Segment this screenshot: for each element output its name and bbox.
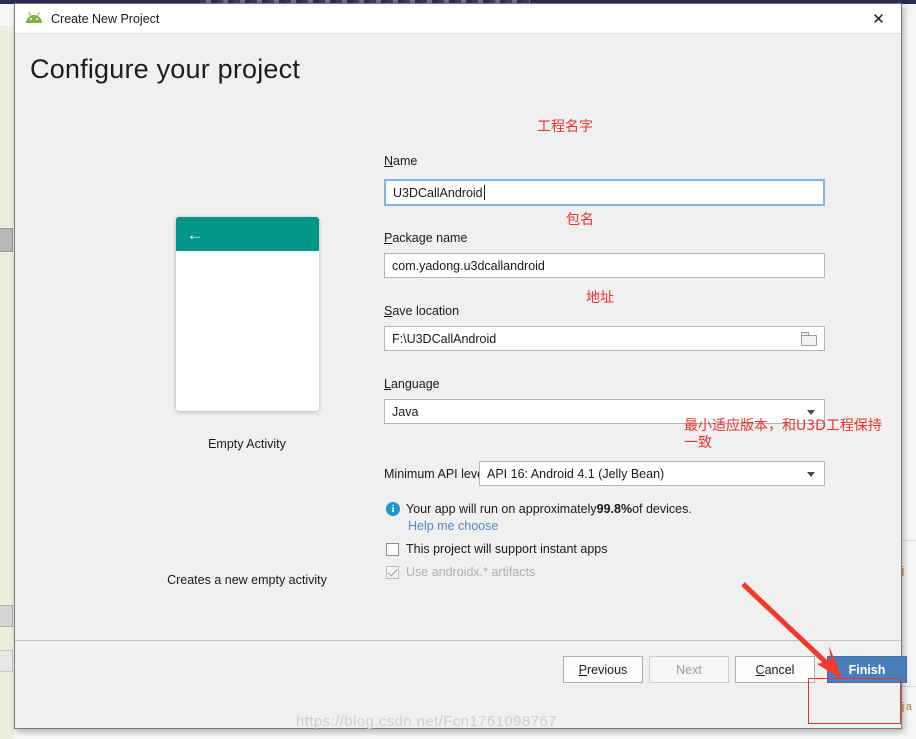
name-input[interactable]: U3DCallAndroid bbox=[384, 179, 825, 206]
language-value: Java bbox=[392, 404, 419, 419]
dialog-title: Create New Project bbox=[51, 11, 160, 26]
annotation-finish-highlight-box bbox=[808, 678, 901, 724]
instant-apps-checkbox[interactable] bbox=[386, 542, 399, 556]
background-tool-tab-2 bbox=[0, 605, 13, 627]
name-label: Name bbox=[384, 154, 418, 168]
annotation-red-arrow bbox=[741, 582, 843, 680]
preview-appbar: ← bbox=[175, 217, 319, 251]
save-location-label: Save location bbox=[384, 304, 460, 318]
annotation-location-note: 地址 bbox=[586, 290, 614, 306]
androidx-checkbox-row: Use androidx.* artifacts bbox=[386, 565, 535, 579]
chevron-down-icon bbox=[807, 410, 815, 415]
chevron-down-icon bbox=[807, 472, 815, 477]
androidx-checkbox bbox=[386, 565, 399, 579]
device-coverage-suffix: of devices. bbox=[632, 502, 692, 516]
save-location-input[interactable]: F:\U3DCallAndroid bbox=[384, 326, 825, 351]
device-coverage-percent: 99.8% bbox=[596, 502, 633, 516]
package-name-input[interactable]: com.yadong.u3dcallandroid bbox=[384, 253, 825, 278]
folder-icon[interactable] bbox=[801, 332, 817, 346]
package-name-value: com.yadong.u3dcallandroid bbox=[392, 258, 545, 273]
annotation-package-note: 包名 bbox=[566, 212, 594, 228]
annotation-api-note: 最小适应版本，和U3D工程保持 一致 bbox=[684, 418, 882, 451]
name-input-value: U3DCallAndroid bbox=[393, 185, 483, 200]
close-icon[interactable]: ✕ bbox=[856, 4, 901, 33]
template-thumbnail: ← bbox=[175, 217, 319, 411]
page-title: Configure your project bbox=[30, 54, 301, 84]
background-editor-gutter bbox=[0, 26, 14, 739]
info-icon: i bbox=[386, 502, 400, 516]
help-me-choose-link[interactable]: Help me choose bbox=[408, 519, 498, 533]
previous-button[interactable]: Previous bbox=[563, 656, 643, 683]
android-icon bbox=[25, 11, 43, 26]
background-tool-tab-1 bbox=[0, 228, 13, 252]
text-caret bbox=[483, 185, 485, 200]
annotation-name-note: 工程名字 bbox=[537, 119, 593, 135]
dialog-titlebar: Create New Project ✕ bbox=[15, 4, 901, 34]
androidx-label: Use androidx.* artifacts bbox=[406, 565, 536, 579]
instant-apps-label: This project will support instant apps bbox=[406, 542, 608, 556]
watermark: https://blog.csdn.net/Fcn1761098767 bbox=[296, 713, 557, 730]
template-name-label: Empty Activity bbox=[208, 437, 286, 451]
language-label: Language bbox=[384, 377, 440, 391]
template-preview: ← Empty Activity Creates a new empty act… bbox=[147, 217, 347, 587]
save-location-value: F:\U3DCallAndroid bbox=[392, 331, 497, 346]
back-arrow-icon: ← bbox=[186, 224, 204, 244]
device-coverage-text: i Your app will run on approximately 99.… bbox=[386, 502, 692, 516]
minimum-api-level-label: Minimum API level bbox=[384, 467, 487, 481]
template-description-label: Creates a new empty activity bbox=[167, 573, 327, 587]
next-button: Next bbox=[649, 656, 729, 683]
background-tool-tab-3 bbox=[0, 650, 13, 672]
instant-apps-checkbox-row[interactable]: This project will support instant apps bbox=[386, 542, 607, 556]
minimum-api-level-select[interactable]: API 16: Android 4.1 (Jelly Bean) bbox=[479, 461, 825, 486]
package-name-label: Package name bbox=[384, 231, 468, 245]
minimum-api-level-value: API 16: Android 4.1 (Jelly Bean) bbox=[487, 466, 665, 481]
device-coverage-prefix: Your app will run on approximately bbox=[406, 502, 597, 516]
